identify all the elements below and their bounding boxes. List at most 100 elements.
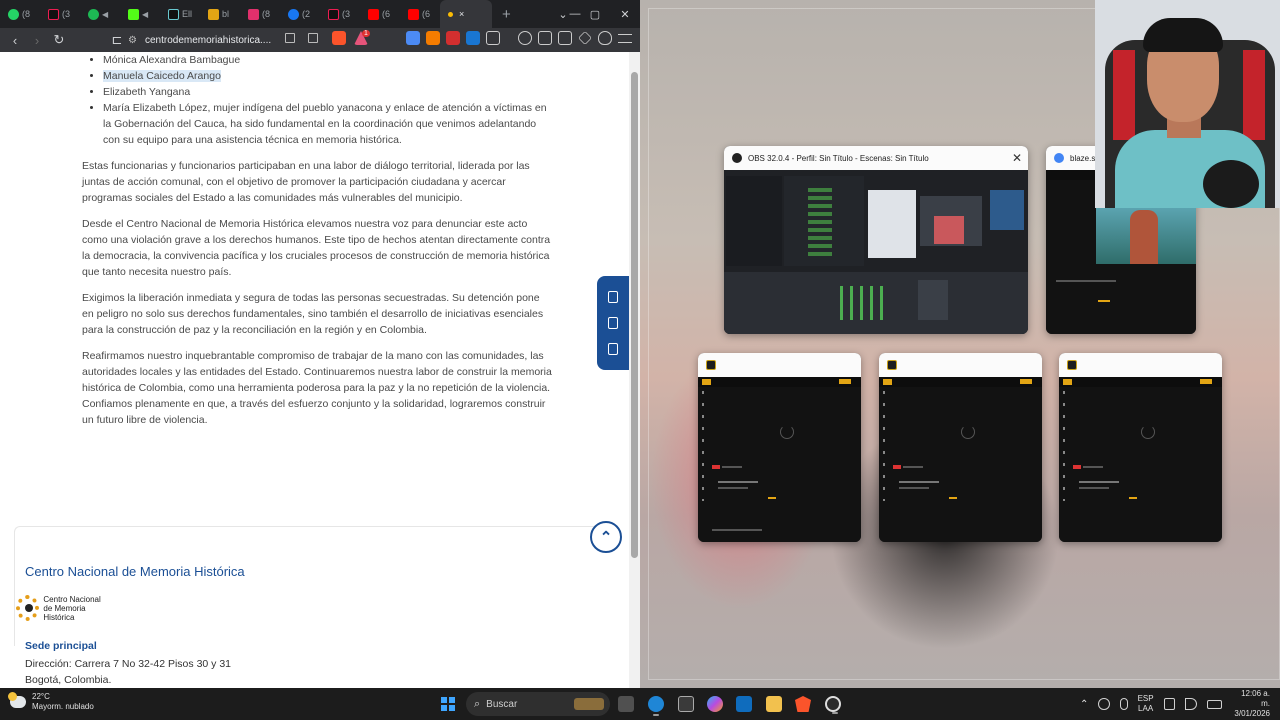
blaze-preview <box>1059 377 1222 542</box>
site-settings-icon[interactable]: ⚙ <box>128 35 137 46</box>
vpn-shield-icon[interactable] <box>598 31 612 45</box>
city-line: Bogotá, Colombia. <box>25 674 112 686</box>
close-obs-button[interactable]: ✕ <box>1012 151 1022 165</box>
weather-widget[interactable]: 22°C Mayorm. nublado <box>8 692 94 712</box>
file-explorer-icon[interactable] <box>766 696 782 712</box>
search-highlight-icon <box>574 698 604 710</box>
microphone <box>1203 160 1259 208</box>
start-button[interactable] <box>441 697 455 711</box>
logo-line-1: Centro Nacional <box>43 594 101 604</box>
extension-box-icon[interactable] <box>486 31 500 45</box>
back-icon[interactable]: ‹ <box>4 29 26 51</box>
forward-icon[interactable]: › <box>26 29 48 51</box>
tab-instagram[interactable]: (8 <box>240 0 280 28</box>
reload-icon[interactable]: ↻ <box>48 29 70 51</box>
edge-icon[interactable] <box>648 696 664 716</box>
maximize-button[interactable]: ▢ <box>580 0 610 28</box>
tab-whatsapp[interactable]: (8 <box>0 0 40 28</box>
reader-mode-icon[interactable] <box>285 33 295 43</box>
blaze-icon <box>1067 360 1077 370</box>
blaze-icon <box>706 360 716 370</box>
article-body: Mónica Alexandra Bambague Manuela Caiced… <box>82 52 552 428</box>
music-icon[interactable] <box>518 31 532 45</box>
cnmh-logo-icon <box>16 595 40 621</box>
contrast-icon[interactable] <box>608 317 618 329</box>
whatsapp-icon <box>8 8 19 20</box>
blaze-tab-card[interactable] <box>698 353 861 542</box>
tab-blaze[interactable]: bl <box>200 0 240 28</box>
input-language[interactable]: ESP LAA <box>1138 694 1154 714</box>
sede-address: Dirección: Carrera 7 No 32-42 Pisos 30 y… <box>25 656 231 688</box>
task-view-icon[interactable] <box>618 696 634 712</box>
share-icon[interactable] <box>308 33 318 43</box>
url-text: centrodememoriahistorica.... <box>144 34 272 46</box>
names-list: Mónica Alexandra Bambague Manuela Caiced… <box>82 52 552 148</box>
tab-tiktok-3[interactable]: (3 <box>320 0 360 28</box>
tab-youtube[interactable]: (6 <box>360 0 400 28</box>
address-bar[interactable]: ⚙ centrodememoriahistorica.... <box>124 30 394 50</box>
blaze-icon <box>887 360 897 370</box>
mute-icon: ◀ <box>142 9 149 19</box>
extension-fox-icon[interactable] <box>426 31 440 45</box>
sede-label: Sede principal <box>25 640 97 652</box>
extension-blue-icon[interactable] <box>466 31 480 45</box>
tab-active[interactable]: × <box>440 0 492 28</box>
blaze-preview <box>698 377 861 542</box>
volume-icon[interactable] <box>1185 698 1197 710</box>
browser-window: (8 (3 ◀ ◀ Ell bl (8 (2 (3 (6 (6 × + ⌄ — … <box>0 0 640 688</box>
close-window-button[interactable]: ✕ <box>610 0 640 28</box>
new-tab-button[interactable]: + <box>492 6 521 23</box>
text-size-icon[interactable] <box>608 343 618 355</box>
tab-close-button[interactable]: × <box>459 9 464 19</box>
copilot-icon[interactable] <box>707 696 723 712</box>
page-scrollbar[interactable] <box>629 52 640 688</box>
extension-m-icon[interactable] <box>446 31 460 45</box>
spotify-icon <box>88 8 99 20</box>
display-icon[interactable] <box>1163 698 1176 710</box>
sidebar-icon[interactable] <box>538 31 552 45</box>
system-tray: ⌃ ESP LAA 12:06 a. m. 3/01/2026 🔔︎ <box>1080 688 1280 720</box>
paragraph: Reafirmamos nuestro inquebrantable compr… <box>82 350 552 426</box>
snipping-tool-icon[interactable] <box>678 696 694 712</box>
loading-spinner-icon <box>1141 425 1155 439</box>
wallet-icon[interactable] <box>558 31 572 45</box>
selected-text: Manuela Caicedo Arango <box>103 70 221 82</box>
store-icon[interactable] <box>736 696 752 712</box>
search-placeholder: Buscar <box>486 698 518 710</box>
loading-spinner-icon <box>961 425 975 439</box>
menu-icon[interactable] <box>618 34 632 43</box>
facebook-icon <box>288 8 299 20</box>
partly-cloudy-icon <box>8 692 26 708</box>
blaze-tab-card[interactable] <box>1059 353 1222 542</box>
list-item: Manuela Caicedo Arango <box>103 68 552 84</box>
chevron-up-icon[interactable]: ⌃ <box>1080 699 1088 710</box>
microphone-icon[interactable] <box>1119 698 1128 710</box>
tab-tiktok-2[interactable]: Ell <box>160 0 200 28</box>
list-item: Elizabeth Yangana <box>103 84 552 100</box>
accessibility-icon[interactable] <box>608 291 618 303</box>
translate-icon[interactable] <box>406 31 420 45</box>
tab-facebook[interactable]: (2 <box>280 0 320 28</box>
obs-icon[interactable] <box>825 696 841 714</box>
youtube-icon <box>368 8 379 20</box>
tab-strip: (8 (3 ◀ ◀ Ell bl (8 (2 (3 (6 (6 × + <box>0 0 640 28</box>
obs-preview <box>724 170 1028 334</box>
brave-shields-icon[interactable] <box>332 31 346 45</box>
tab-spotify[interactable]: ◀ <box>80 0 120 28</box>
cnmh-logo[interactable]: Centro Nacional de Memoria Histórica <box>16 594 108 622</box>
scrollbar-thumb[interactable] <box>631 72 638 558</box>
clock[interactable]: 12:06 a. m. 3/01/2026 <box>1232 689 1270 719</box>
battery-icon[interactable] <box>1206 699 1222 709</box>
game-character <box>1130 210 1158 264</box>
obs-window-card[interactable]: OBS 32.0.4 - Perfil: Sin Título - Escena… <box>724 146 1028 334</box>
blaze-tab-card[interactable] <box>879 353 1042 542</box>
language-code: ESP <box>1137 694 1154 703</box>
time: 12:06 a. m. <box>1241 689 1270 708</box>
network-cloud-icon[interactable] <box>1098 698 1110 710</box>
taskbar-search[interactable]: ⌕ Buscar <box>466 692 610 716</box>
back-to-top-button[interactable]: ⌃ <box>590 521 622 553</box>
tab-kick[interactable]: ◀ <box>120 0 160 28</box>
tab-youtube-2[interactable]: (6 <box>400 0 440 28</box>
paragraph: Estas funcionarias y funcionarios partic… <box>82 160 530 204</box>
tab-tiktok[interactable]: (3 <box>40 0 80 28</box>
